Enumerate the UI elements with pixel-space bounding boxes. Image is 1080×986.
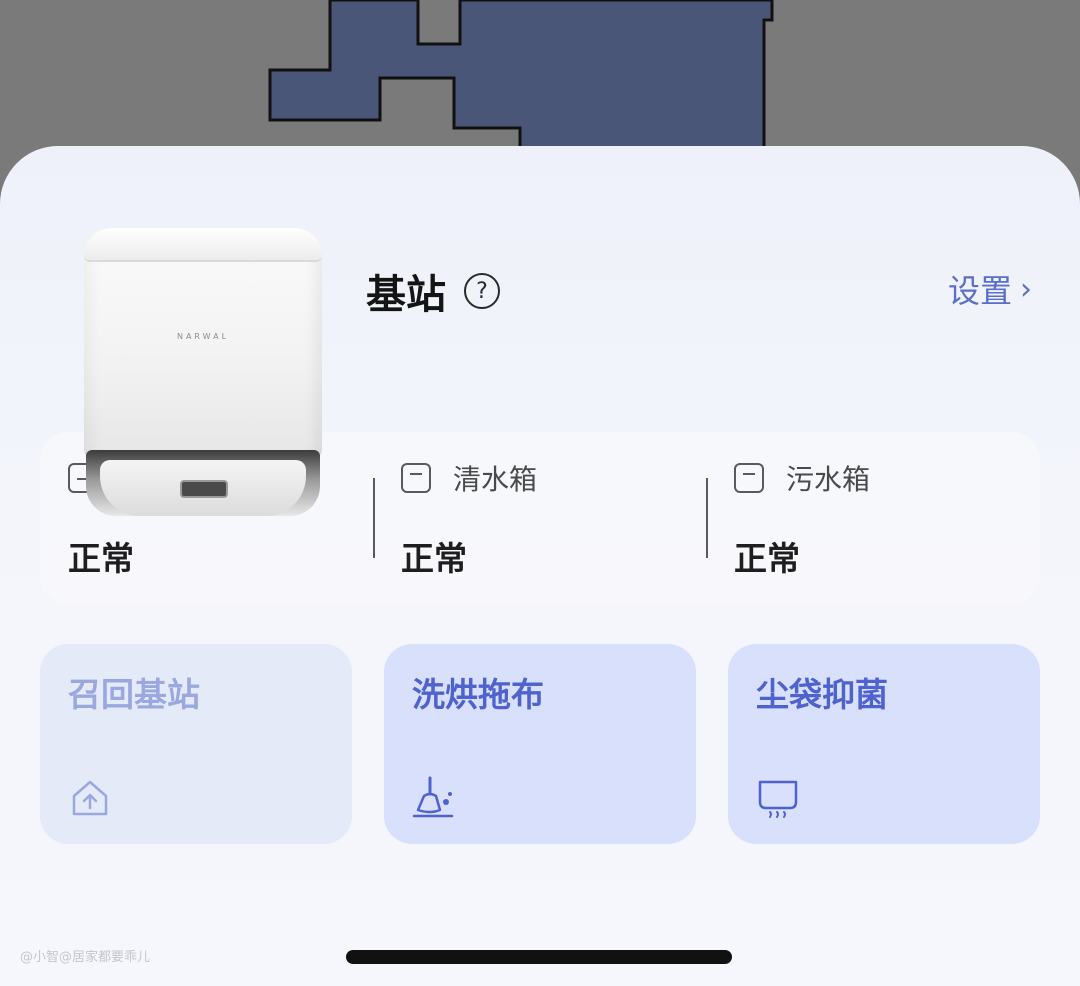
dirty-water-tank-icon (734, 463, 764, 493)
dust-bag-sterilize-icon (758, 780, 798, 818)
settings-label: 设置 (947, 272, 1012, 310)
status-clean-water-tank: 清水箱 正常 (373, 432, 706, 604)
recall-station-button[interactable]: 召回基站 (40, 644, 352, 844)
mop-wash-icon (412, 776, 454, 818)
wash-dry-mop-button[interactable]: 洗烘拖布 (384, 644, 696, 844)
tile-label: 洗烘拖布 (412, 675, 544, 714)
home-indicator[interactable] (346, 950, 732, 964)
status-label: 污水箱 (786, 463, 871, 496)
status-value: 正常 (401, 539, 467, 578)
product-brand: NARWAL (176, 332, 230, 341)
status-label: 清水箱 (453, 463, 538, 496)
watermark: @小智@居家都要乖儿 (20, 950, 151, 965)
action-tiles: 召回基站 洗烘拖布 尘袋抑菌 (40, 644, 1040, 844)
clean-water-tank-icon (401, 463, 431, 493)
status-value: 正常 (734, 539, 800, 578)
title-row: 基站 ? (366, 262, 500, 320)
page-title: 基站 (366, 272, 446, 318)
help-icon[interactable]: ? (464, 273, 500, 309)
base-station-sheet: NARWAL 基站 ? 设置 › 尘袋 正常 清水箱 正常 (0, 146, 1080, 986)
tile-label: 召回基站 (68, 675, 200, 714)
base-station-image: NARWAL (78, 224, 328, 524)
status-value: 正常 (68, 539, 134, 578)
dust-bag-sterilize-button[interactable]: 尘袋抑菌 (728, 644, 1040, 844)
tile-label: 尘袋抑菌 (756, 675, 888, 714)
home-return-icon (72, 780, 108, 816)
settings-link[interactable]: 设置 › (948, 266, 1032, 312)
status-dirty-water-tank: 污水箱 正常 (706, 432, 1039, 604)
chevron-right-icon: › (1020, 271, 1032, 307)
